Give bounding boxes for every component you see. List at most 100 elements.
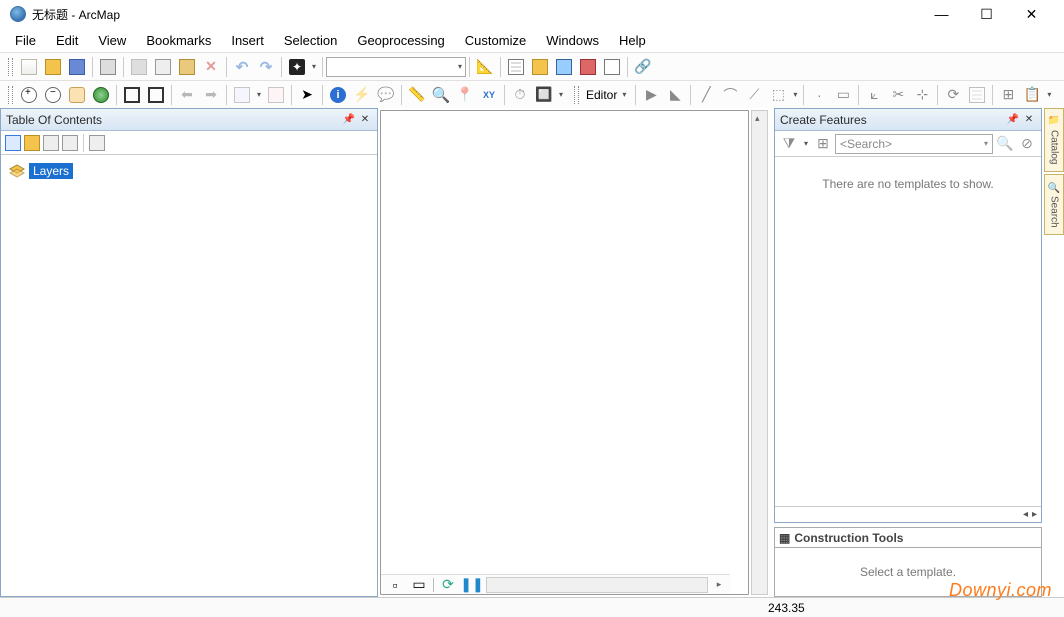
save-button[interactable] [66,56,88,78]
measure-button[interactable]: 📏 [406,84,428,106]
forward-button[interactable]: ➡ [200,84,222,106]
search-templates-input[interactable]: <Search> ▾ [835,134,993,154]
point-button[interactable]: · [808,84,830,106]
toolbar-grip-icon[interactable] [574,86,579,104]
layers-root[interactable]: Layers [7,161,371,181]
identify-button[interactable]: i [327,84,349,106]
select-features-button[interactable] [231,84,253,106]
arc-segment-button[interactable]: ⌒ [719,84,741,106]
prev-page-button[interactable]: ◂ [1023,509,1028,520]
menu-file[interactable]: File [6,31,45,50]
find-button[interactable]: 🔍 [430,84,452,106]
create-viewer-button[interactable]: 🔲 [533,84,555,106]
attributes-button[interactable] [966,84,988,106]
table-of-contents-button[interactable] [505,56,527,78]
pin-icon[interactable]: 📌 [342,113,356,127]
new-button[interactable] [18,56,40,78]
add-data-dropdown[interactable]: ▾ [309,62,319,71]
print-button[interactable] [97,56,119,78]
hyperlink-button[interactable]: ⚡ [351,84,373,106]
edit-tool-button[interactable]: ▶ [640,84,662,106]
arc-toolbox-button[interactable] [577,56,599,78]
toc-tree[interactable]: Layers [1,155,377,596]
filter-dropdown[interactable]: ▾ [801,139,811,148]
create-features-button[interactable]: 📋 [1021,84,1043,106]
data-view-button[interactable]: ▫ [386,577,404,593]
map-canvas[interactable]: ▫ ▭ ⟳ ❚❚ ▸ [380,110,749,595]
time-slider-button[interactable]: ⏱ [509,84,531,106]
toolbar-grip-icon[interactable] [8,58,13,76]
copy-button[interactable] [152,56,174,78]
list-by-selection-button[interactable] [62,135,78,151]
menu-geoprocessing[interactable]: Geoprocessing [348,31,453,50]
full-extent-button[interactable] [90,84,112,106]
list-by-drawing-order-button[interactable] [5,135,21,151]
menu-insert[interactable]: Insert [222,31,273,50]
back-button[interactable]: ⬅ [176,84,198,106]
trace-button[interactable]: ⟋ [743,84,765,106]
sketch-properties-button[interactable]: ⊞ [997,84,1019,106]
search-window-button[interactable] [553,56,575,78]
side-tab-search[interactable]: 🔍 Search [1044,174,1064,235]
scale-combo[interactable]: ▾ [326,57,466,77]
list-by-visibility-button[interactable] [43,135,59,151]
horizontal-scrollbar[interactable] [486,577,708,593]
edit-annotation-button[interactable]: ◣ [664,84,686,106]
minimize-button[interactable]: — [919,0,964,28]
catalog-button[interactable] [529,56,551,78]
menu-windows[interactable]: Windows [537,31,608,50]
viewer-dropdown[interactable]: ▾ [556,90,566,99]
undo-button[interactable]: ↶ [231,56,253,78]
maximize-button[interactable]: ☐ [964,0,1009,28]
fixed-zoom-out-button[interactable] [145,84,167,106]
menu-selection[interactable]: Selection [275,31,346,50]
organize-templates-button[interactable]: ⊞ [814,133,832,155]
close-icon[interactable]: ✕ [358,113,372,127]
split-button[interactable]: ⊹ [911,84,933,106]
fixed-zoom-in-button[interactable] [121,84,143,106]
filter-button[interactable]: ⧩ [780,133,798,155]
select-dropdown[interactable]: ▾ [254,90,264,99]
menu-edit[interactable]: Edit [47,31,87,50]
search-button[interactable]: 🔍 [996,133,1014,155]
rotate-button[interactable]: ⟳ [942,84,964,106]
go-to-xy-button[interactable]: XY [478,84,500,106]
menu-help[interactable]: Help [610,31,655,50]
python-window-button[interactable] [601,56,623,78]
select-elements-button[interactable]: ➤ [296,84,318,106]
add-data-button[interactable]: ✦ [286,56,308,78]
clear-selection-button[interactable] [265,84,287,106]
toolbar-grip-icon[interactable] [8,86,13,104]
model-builder-button[interactable]: 🔗 [632,56,654,78]
pin-icon[interactable]: 📌 [1006,113,1020,127]
straight-segment-button[interactable]: ╱ [695,84,717,106]
reshape-button[interactable]: ⟀ [863,84,885,106]
cut-polygons-button[interactable]: ✂ [887,84,909,106]
zoom-in-button[interactable]: + [18,84,40,106]
paste-button[interactable] [176,56,198,78]
delete-button[interactable]: ✕ [200,56,222,78]
menu-view[interactable]: View [89,31,135,50]
edit-vertices-button[interactable]: ▭ [832,84,854,106]
clear-search-button[interactable]: ⊘ [1018,133,1036,155]
close-button[interactable]: ✕ [1009,0,1054,28]
menu-bookmarks[interactable]: Bookmarks [137,31,220,50]
layout-view-button[interactable]: ▭ [410,577,428,593]
redo-button[interactable]: ↷ [255,56,277,78]
html-popup-button[interactable]: 💬 [375,84,397,106]
list-by-source-button[interactable] [24,135,40,151]
refresh-button[interactable]: ⟳ [439,577,457,593]
close-icon[interactable]: ✕ [1022,113,1036,127]
open-button[interactable] [42,56,64,78]
options-button[interactable] [89,135,105,151]
next-page-button[interactable]: ▸ [1032,509,1037,520]
more-tools-dropdown[interactable]: ▾ [1044,90,1054,99]
scroll-right-icon[interactable]: ▸ [712,579,726,590]
pause-drawing-button[interactable]: ❚❚ [463,577,481,593]
segment-dropdown[interactable]: ▾ [790,90,800,99]
side-tab-catalog[interactable]: 📁 Catalog [1044,108,1064,172]
editor-menu[interactable]: Editor ▾ [583,88,632,102]
vertical-scrollbar[interactable] [751,110,768,595]
cut-button[interactable] [128,56,150,78]
zoom-out-button[interactable]: − [42,84,64,106]
